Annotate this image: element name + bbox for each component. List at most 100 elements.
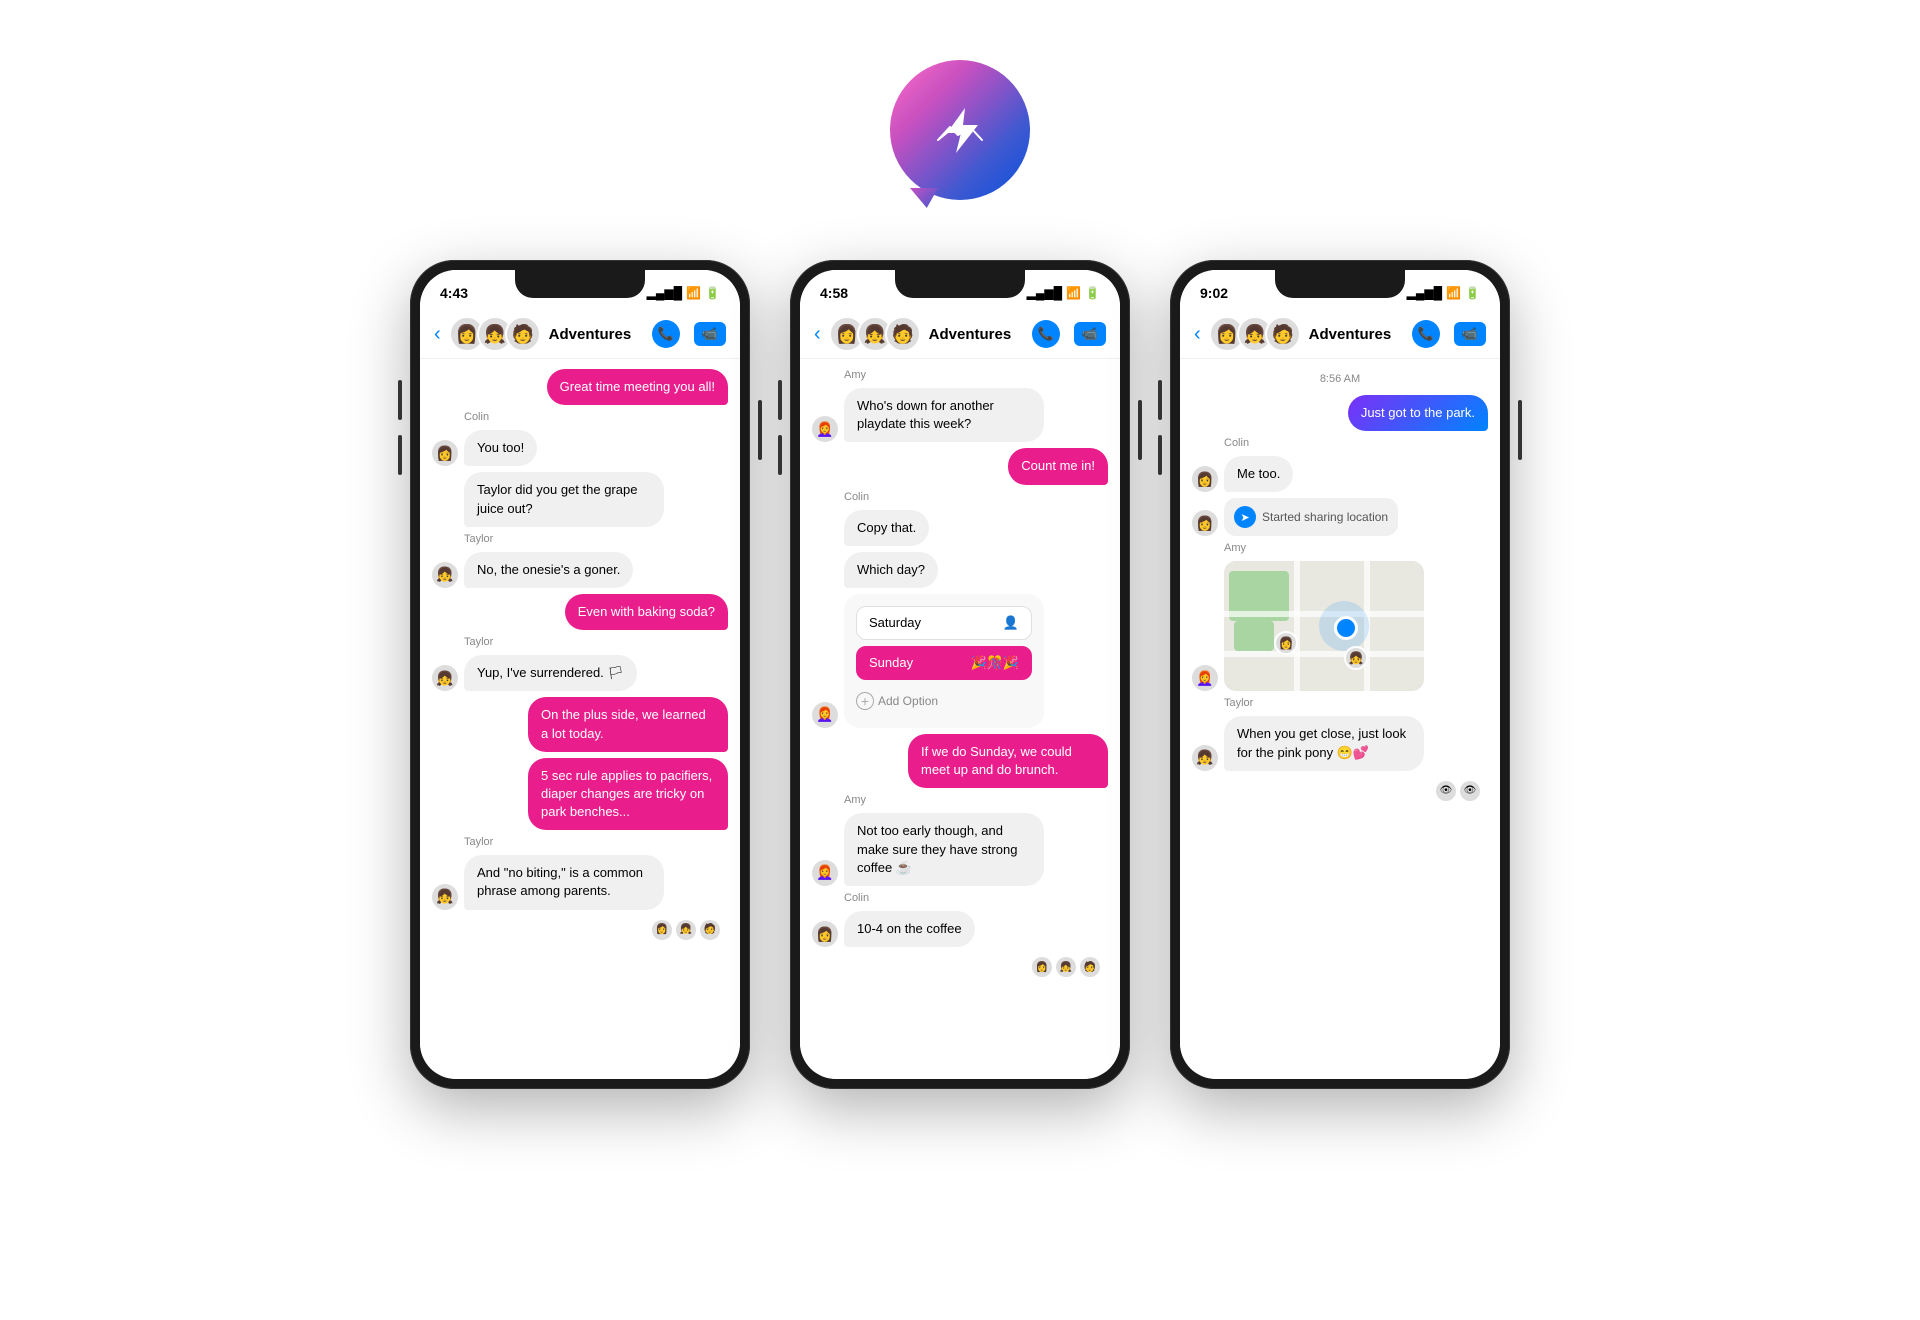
sender-label: Amy — [844, 794, 1108, 806]
wifi-icon: 📶 — [1066, 286, 1081, 300]
bubble-incoming: Who's down for another playdate this wee… — [844, 388, 1044, 442]
poll-option-label: Saturday — [869, 615, 921, 630]
avatar: 👧 — [1192, 745, 1218, 771]
status-icons-1: ▂▄▆█ 📶 🔋 — [647, 286, 720, 300]
status-icons-3: ▂▄▆█ 📶 🔋 — [1407, 286, 1480, 300]
bubble-incoming: Taylor did you get the grape juice out? — [464, 472, 664, 526]
call-button-2[interactable]: 📞 — [1032, 320, 1060, 348]
chat-name-3[interactable]: Adventures — [1309, 326, 1404, 343]
message-row: Taylor did you get the grape juice out? — [432, 472, 728, 526]
signal-icon: ▂▄▆█ — [1027, 286, 1062, 300]
message-row: 👩 Me too. — [1192, 456, 1488, 492]
map-row: 👩‍🦰 — [1192, 561, 1488, 691]
back-button-3[interactable]: ‹ — [1194, 323, 1201, 346]
call-button-1[interactable]: 📞 — [652, 320, 680, 348]
header-actions-2: 📞 📹 — [1032, 320, 1106, 348]
status-time-3: 9:02 — [1200, 285, 1228, 301]
header-avatars-3: 👩 👧 🧑 — [1209, 316, 1301, 352]
video-button-1[interactable]: 📹 — [694, 322, 726, 346]
back-button-2[interactable]: ‹ — [814, 323, 821, 346]
phone-3: 9:02 ▂▄▆█ 📶 🔋 ‹ 👩 👧 🧑 Adventures 📞 📹 — [1170, 260, 1510, 1089]
add-option-label: Add Option — [878, 694, 938, 708]
message-row: On the plus side, we learned a lot today… — [432, 697, 728, 751]
read-receipt: 👁 — [1436, 781, 1456, 801]
avatar: 👧 — [432, 562, 458, 588]
battery-icon: 🔋 — [705, 286, 720, 300]
message-row: If we do Sunday, we could meet up and do… — [812, 734, 1108, 788]
wifi-icon: 📶 — [1446, 286, 1461, 300]
bubble-outgoing: If we do Sunday, we could meet up and do… — [908, 734, 1108, 788]
poll-option-emoji: 🎉🎊🎉 — [970, 655, 1019, 671]
bubble-outgoing: Great time meeting you all! — [547, 369, 728, 405]
call-button-3[interactable]: 📞 — [1412, 320, 1440, 348]
avatar: 👩‍🦰 — [812, 416, 838, 442]
chat-name-2[interactable]: Adventures — [929, 326, 1024, 343]
avatar-3: 🧑 — [505, 316, 541, 352]
avatar: 👩‍🦰 — [812, 702, 838, 728]
sender-label: Amy — [1224, 542, 1488, 554]
header-avatars-2: 👩 👧 🧑 — [829, 316, 921, 352]
road — [1294, 561, 1300, 691]
phone-1-screen: 4:43 ▂▄▆█ 📶 🔋 ‹ 👩 👧 🧑 Adventures 📞 — [420, 270, 740, 1079]
sender-label: Amy — [844, 369, 1108, 381]
poll-option-sunday[interactable]: Sunday 🎉🎊🎉 — [856, 646, 1032, 680]
bubble-outgoing: 5 sec rule applies to pacifiers, diaper … — [528, 758, 728, 831]
bubble-outgoing: Even with baking soda? — [565, 594, 728, 630]
sender-label: Colin — [1224, 437, 1488, 449]
sender-label: Colin — [464, 411, 728, 423]
signal-icon: ▂▄▆█ — [647, 286, 682, 300]
sender-label: Taylor — [1224, 697, 1488, 709]
poll-row: 👩‍🦰 Saturday 👤 Sunday 🎉🎊🎉 + Add Op — [812, 594, 1108, 728]
avatar: 👧 — [432, 884, 458, 910]
header-actions-1: 📞 📹 — [652, 320, 726, 348]
message-row: 👩 You too! — [432, 430, 728, 466]
sender-label: Taylor — [464, 533, 728, 545]
poll-option-emoji: 👤 — [1003, 615, 1019, 631]
notch — [1275, 270, 1405, 298]
bubble-incoming: When you get close, just look for the pi… — [1224, 716, 1424, 770]
avatar: 👩 — [432, 440, 458, 466]
message-row: 👩‍🦰 Who's down for another playdate this… — [812, 388, 1108, 442]
message-row: 👧 No, the onesie's a goner. — [432, 552, 728, 588]
video-button-2[interactable]: 📹 — [1074, 322, 1106, 346]
avatar-3: 🧑 — [885, 316, 921, 352]
chat-area-3: 8:56 AM Just got to the park. Colin 👩 Me… — [1180, 359, 1500, 1079]
map-park — [1234, 621, 1274, 651]
notch — [515, 270, 645, 298]
volume-down-button — [398, 435, 402, 475]
read-receipt: 👩 — [652, 920, 672, 940]
map-bubble: 👩 👧 — [1224, 561, 1424, 691]
back-button-1[interactable]: ‹ — [434, 323, 441, 346]
bottom-avatars-3: 👁 👁 — [1192, 777, 1488, 805]
bubble-incoming: Me too. — [1224, 456, 1293, 492]
bubble-incoming: You too! — [464, 430, 537, 466]
read-receipt: 👧 — [676, 920, 696, 940]
volume-up-button — [778, 380, 782, 420]
add-option-button[interactable]: + Add Option — [856, 686, 1032, 716]
avatar: 👩 — [812, 921, 838, 947]
battery-icon: 🔋 — [1085, 286, 1100, 300]
chat-header-2: ‹ 👩 👧 🧑 Adventures 📞 📹 — [800, 310, 1120, 359]
message-row: 👧 And "no biting," is a common phrase am… — [432, 855, 728, 909]
phone-3-screen: 9:02 ▂▄▆█ 📶 🔋 ‹ 👩 👧 🧑 Adventures 📞 📹 — [1180, 270, 1500, 1079]
chat-area-2: Amy 👩‍🦰 Who's down for another playdate … — [800, 359, 1120, 1079]
message-row: 👩 10-4 on the coffee — [812, 911, 1108, 947]
bubble-outgoing: On the plus side, we learned a lot today… — [528, 697, 728, 751]
sender-label: Taylor — [464, 636, 728, 648]
bubble-incoming: Which day? — [844, 552, 938, 588]
volume-down-button — [778, 435, 782, 475]
header-actions-3: 📞 📹 — [1412, 320, 1486, 348]
phone-2-screen: 4:58 ▂▄▆█ 📶 🔋 ‹ 👩 👧 🧑 Adventures 📞 📹 — [800, 270, 1120, 1079]
status-time-2: 4:58 — [820, 285, 848, 301]
avatar: 👩 — [1192, 466, 1218, 492]
message-row: Count me in! — [812, 448, 1108, 484]
video-button-3[interactable]: 📹 — [1454, 322, 1486, 346]
message-row: 👧 When you get close, just look for the … — [1192, 716, 1488, 770]
avatar: 👩‍🦰 — [812, 860, 838, 886]
bubble-incoming: And "no biting," is a common phrase amon… — [464, 855, 664, 909]
chat-name-1[interactable]: Adventures — [549, 326, 644, 343]
avatar-3: 🧑 — [1265, 316, 1301, 352]
chat-area-1: Great time meeting you all! Colin 👩 You … — [420, 359, 740, 1079]
phones-container: 4:43 ▂▄▆█ 📶 🔋 ‹ 👩 👧 🧑 Adventures 📞 — [330, 260, 1590, 1089]
poll-option-saturday[interactable]: Saturday 👤 — [856, 606, 1032, 640]
